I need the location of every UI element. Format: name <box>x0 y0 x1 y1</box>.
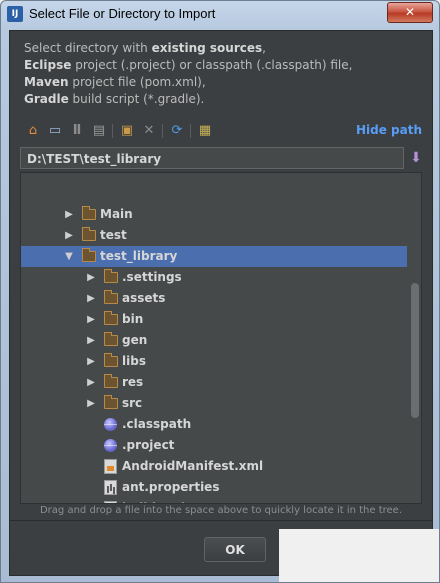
collapsed-arrow-icon[interactable]: ▶ <box>85 330 97 351</box>
tree-row[interactable]: ▶ Main <box>21 204 407 225</box>
project-icon[interactable]: Ⅱ <box>68 122 86 140</box>
toolbar-separator <box>112 124 113 138</box>
ok-button[interactable]: OK <box>204 537 266 562</box>
file-tree[interactable]: ▶ Main ▶ test ▼ test_library ▶ .settings ▶ assets… <box>20 172 422 504</box>
desc-bold: existing sources <box>151 41 263 55</box>
tree-row[interactable]: ▶ .settings <box>21 267 407 288</box>
refresh-icon[interactable]: ⟳ <box>168 122 186 140</box>
tree-row[interactable]: ▼ test_library <box>21 246 407 267</box>
tree-row[interactable]: ant.properties <box>21 477 407 498</box>
folder-icon <box>82 227 96 241</box>
collapsed-arrow-icon[interactable]: ▶ <box>85 372 97 393</box>
dialog-content: Select directory with existing sources, … <box>9 30 433 576</box>
desc-bold: Gradle <box>24 92 69 106</box>
tree-row-label: bin <box>122 312 144 326</box>
desc-bold: Maven <box>24 75 69 89</box>
file-chooser-toolbar: ⌂ ▭ Ⅱ ▤ ▣ ✕ ⟳ ▦ Hide path <box>24 122 424 140</box>
collapsed-arrow-icon[interactable]: ▶ <box>63 204 75 225</box>
tree-row-label: res <box>122 375 144 389</box>
desc-text: build script (*.gradle). <box>68 92 205 106</box>
new-folder-icon[interactable]: ▣ <box>118 122 136 140</box>
folder-icon <box>104 269 118 283</box>
description: Select directory with existing sources, … <box>24 40 352 108</box>
tree-row[interactable]: ▶ assets <box>21 288 407 309</box>
expanded-arrow-icon[interactable]: ▼ <box>63 246 75 267</box>
tree-row-label: .classpath <box>122 417 192 431</box>
toolbar-separator <box>190 124 191 138</box>
desc-bold: Eclipse <box>24 58 72 72</box>
hide-path-link[interactable]: Hide path <box>356 123 422 137</box>
tree-row-label: assets <box>122 291 166 305</box>
folder-icon <box>82 248 96 262</box>
xml-icon <box>104 501 117 503</box>
home-icon[interactable]: ⌂ <box>24 122 42 140</box>
desc-text: project (.project) or classpath (.classp… <box>71 58 353 72</box>
tree-row[interactable]: ▶ bin <box>21 309 407 330</box>
tree-row[interactable]: ▶ src <box>21 393 407 414</box>
collapsed-arrow-icon[interactable]: ▶ <box>85 351 97 372</box>
tree-row[interactable]: build.xml <box>21 498 407 503</box>
tree-row[interactable]: ▶ gen <box>21 330 407 351</box>
xml-icon <box>104 459 117 474</box>
tree-row-label: .settings <box>122 270 182 284</box>
tree-row-label: test_library <box>100 249 178 263</box>
collapsed-arrow-icon[interactable]: ▶ <box>85 309 97 330</box>
folder-icon <box>104 374 118 388</box>
tree-row[interactable]: AndroidManifest.xml <box>21 456 407 477</box>
globe-icon <box>104 418 117 431</box>
delete-icon[interactable]: ✕ <box>140 122 158 140</box>
close-button[interactable]: ✕ <box>387 2 433 23</box>
folder-icon <box>104 311 118 325</box>
collapsed-arrow-icon[interactable]: ▶ <box>63 225 75 246</box>
path-history-icon[interactable]: ⬇ <box>408 149 424 167</box>
globe-icon <box>104 439 117 452</box>
button-bar-divider <box>10 520 432 521</box>
module-icon[interactable]: ▤ <box>90 122 108 140</box>
import-dialog-window: IJ Select File or Directory to Import ✕ … <box>0 0 440 583</box>
tree-row-label: test <box>100 228 127 242</box>
folder-icon <box>104 290 118 304</box>
desc-text: project file (pom.xml), <box>68 75 206 89</box>
tree-row[interactable]: .classpath <box>21 414 407 435</box>
intellij-idea-logo-icon: IJ <box>7 6 23 22</box>
tree-row-label: ant.properties <box>122 480 220 494</box>
drag-drop-hint: Drag and drop a file into the space abov… <box>39 505 403 516</box>
window-background-strip <box>279 529 439 582</box>
tree-row[interactable]: ▶ test <box>21 225 407 246</box>
tree-scrollbar[interactable] <box>411 283 419 418</box>
collapsed-arrow-icon[interactable]: ▶ <box>85 393 97 414</box>
desktop-icon[interactable]: ▭ <box>46 122 64 140</box>
tree-row-label: gen <box>122 333 148 347</box>
folder-icon <box>82 206 96 220</box>
path-input[interactable]: D:\TEST\test_library <box>20 147 404 169</box>
window-title: Select File or Directory to Import <box>29 6 216 21</box>
tree-row[interactable]: ▶ res <box>21 372 407 393</box>
folder-icon <box>104 395 118 409</box>
title-bar[interactable]: IJ Select File or Directory to Import ✕ <box>1 1 439 27</box>
collapsed-arrow-icon[interactable]: ▶ <box>85 267 97 288</box>
tree-row-label: src <box>122 396 143 410</box>
props-icon <box>104 480 117 495</box>
tree-row-label: libs <box>122 354 146 368</box>
show-hidden-icon[interactable]: ▦ <box>196 122 214 140</box>
desc-text: , <box>262 41 266 55</box>
tree-row-label: Main <box>100 207 133 221</box>
tree-row-label: build.xml <box>122 498 185 503</box>
toolbar-separator <box>162 124 163 138</box>
folder-icon <box>104 332 118 346</box>
collapsed-arrow-icon[interactable]: ▶ <box>85 288 97 309</box>
folder-icon <box>104 353 118 367</box>
tree-row-label: .project <box>122 438 175 452</box>
tree-row[interactable]: ▶ libs <box>21 351 407 372</box>
tree-row[interactable]: .project <box>21 435 407 456</box>
tree-row-label: AndroidManifest.xml <box>122 459 264 473</box>
desc-text: Select directory with <box>24 41 152 55</box>
